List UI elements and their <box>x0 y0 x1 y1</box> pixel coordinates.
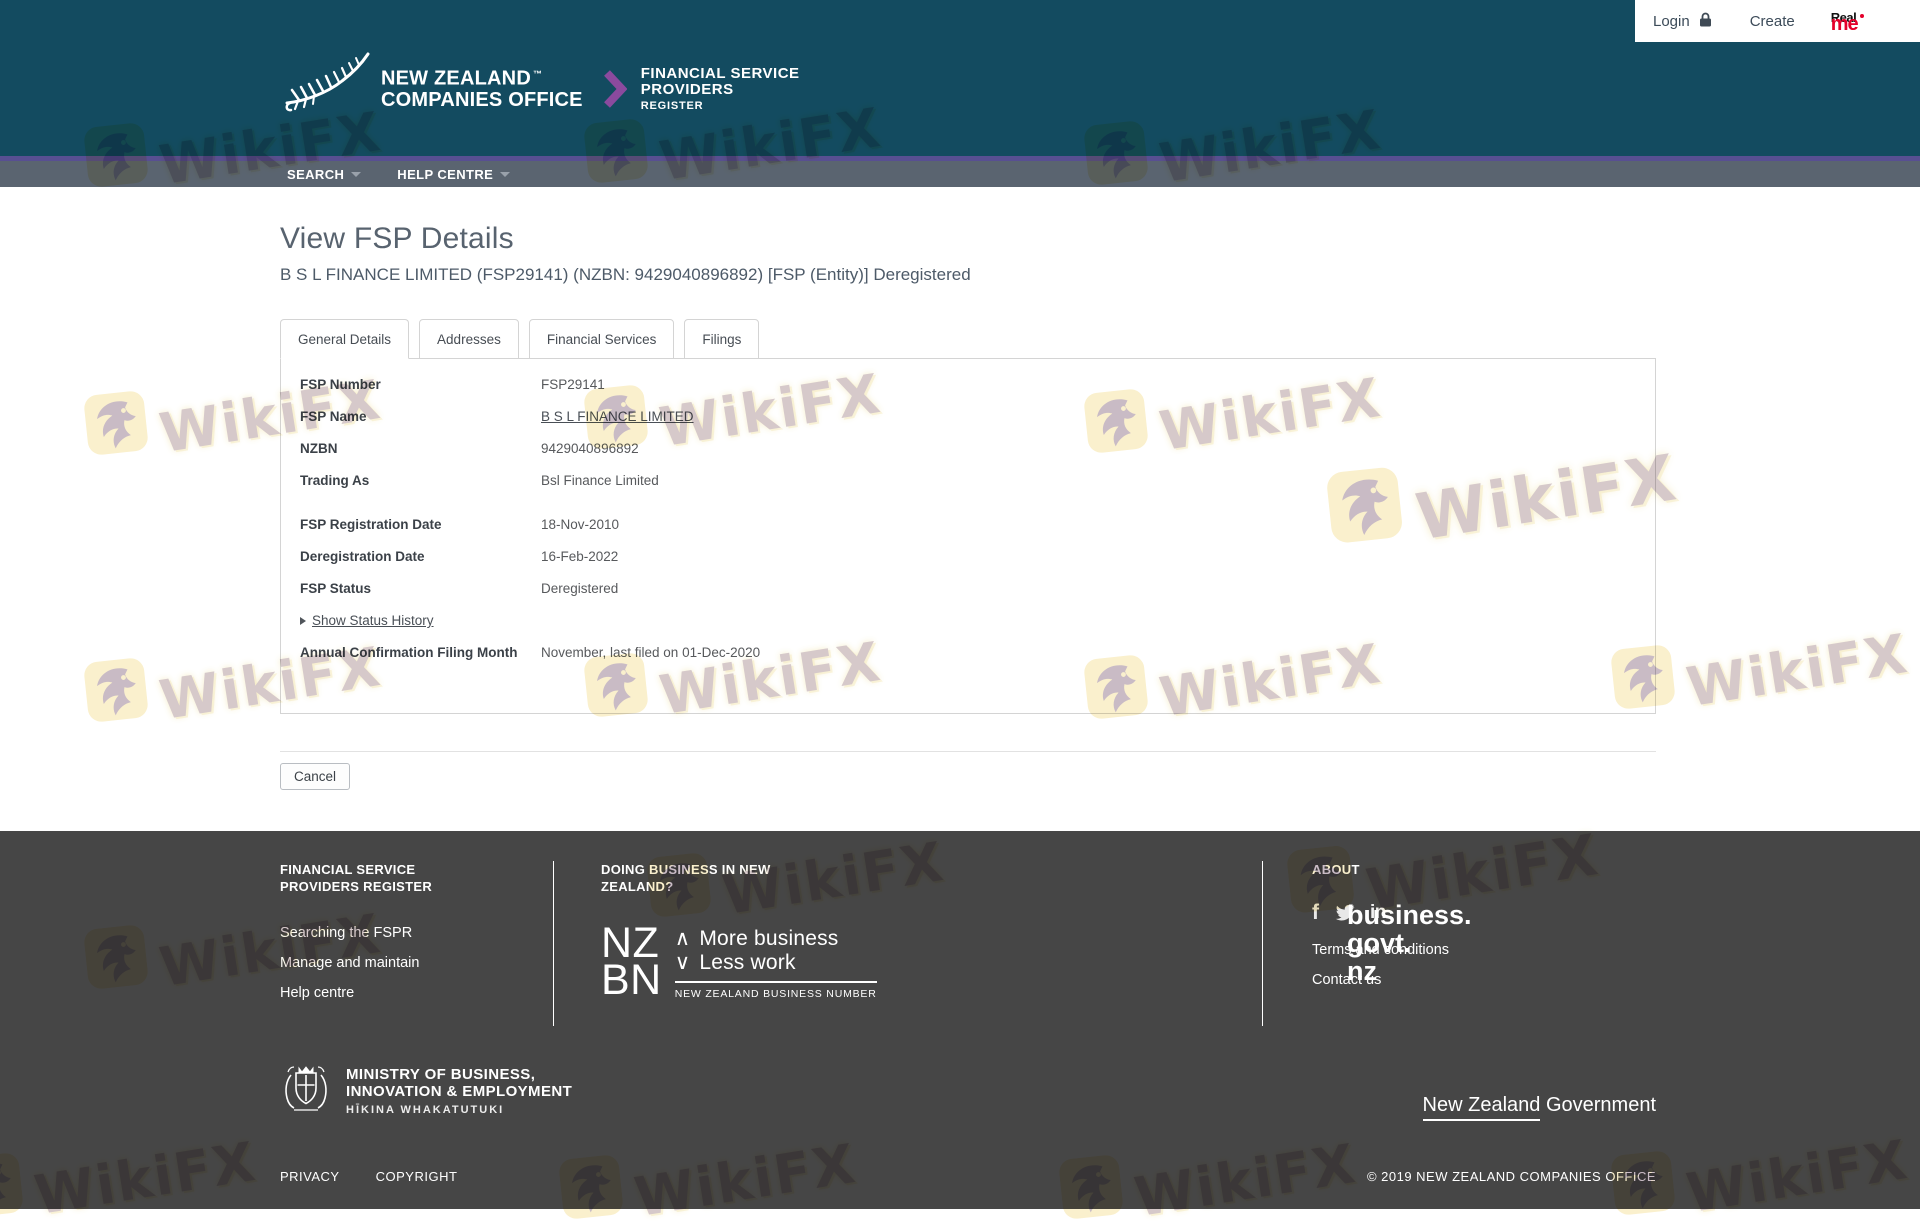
page-title: View FSP Details <box>280 222 514 255</box>
mbie-logo[interactable]: MINISTRY OF BUSINESS, INNOVATION & EMPLO… <box>280 1058 572 1123</box>
arrow-right-icon <box>300 616 306 625</box>
field-value: November, last filed on 01-Dec-2020 <box>541 645 761 660</box>
tab-general-details[interactable]: General Details <box>280 319 410 359</box>
detail-tabs: General Details Addresses Financial Serv… <box>280 319 1656 359</box>
wikifx-watermark: WikiFX <box>1611 621 1913 719</box>
field-value: 9429040896892 <box>541 441 639 456</box>
footer-heading-fspr: FINANCIAL SERVICE PROVIDERS REGISTER <box>280 862 433 894</box>
detail-row-nzbn: NZBN 9429040896892 <box>300 441 1635 460</box>
footer-col-nzbn: DOING BUSINESS IN NEW ZEALAND? NZ BN ∧ Mo… <box>554 861 1472 1026</box>
show-status-history-link[interactable]: Show Status History <box>300 613 434 628</box>
footer-link-copyright[interactable]: COPYRIGHT <box>376 1169 458 1184</box>
caret-down-icon <box>351 171 362 177</box>
wikifx-watermark-text: WikiFX <box>1682 621 1913 719</box>
detail-row-fsp-number: FSP Number FSP29141 <box>300 377 1635 396</box>
main-nav: SEARCH HELP CENTRE <box>0 161 1920 187</box>
create-button[interactable]: Create <box>1750 13 1795 30</box>
coat-of-arms-icon <box>280 1058 332 1123</box>
detail-row-trading-as: Trading As Bsl Finance Limited <box>300 473 1635 492</box>
footer-link-help-centre[interactable]: Help centre <box>280 985 553 1001</box>
top-header: NEW ZEALAND ™ COMPANIES OFFICE FINANCIAL … <box>0 0 1920 156</box>
field-value: 16-Feb-2022 <box>541 549 619 564</box>
chevron-right-icon <box>603 68 628 115</box>
field-value: 18-Nov-2010 <box>541 517 620 532</box>
login-box: Login Create Real me <box>1635 0 1920 42</box>
footer-heading-doing-business: DOING BUSINESS IN NEW ZEALAND? <box>601 862 771 894</box>
detail-row-filing-month: Annual Confirmation Filing Month Novembe… <box>300 645 1635 664</box>
field-label: Annual Confirmation Filing Month <box>300 645 518 660</box>
trademark-symbol: ™ <box>532 69 543 79</box>
detail-row-fsp-status: FSP Status Deregistered <box>300 581 1635 600</box>
field-label: NZBN <box>300 441 338 456</box>
nav-item-search[interactable]: SEARCH <box>287 167 362 182</box>
brand-wordmark: NEW ZEALAND ™ COMPANIES OFFICE <box>381 67 583 111</box>
nzbn-tagline: ∧ More business ∨ Less work NEW ZEALAND BU… <box>674 927 877 1000</box>
field-label: FSP Name <box>300 409 367 424</box>
login-button[interactable]: Login <box>1653 12 1712 31</box>
field-label: FSP Status <box>300 581 372 596</box>
nz-government-logo[interactable]: New Zealand Government <box>1422 1094 1656 1121</box>
caret-down-icon <box>500 171 511 177</box>
field-value: Bsl Finance Limited <box>541 473 659 488</box>
field-label: Deregistration Date <box>300 549 425 564</box>
tab-filings[interactable]: Filings <box>684 319 760 359</box>
realme-logo[interactable]: Real me <box>1830 11 1864 35</box>
detail-row-deregistration-date: Deregistration Date 16-Feb-2022 <box>300 549 1635 568</box>
footer-link-manage-maintain[interactable]: Manage and maintain <box>280 955 553 971</box>
realme-dot <box>1859 14 1864 18</box>
status-history-row: Show Status History <box>300 613 1635 632</box>
facebook-icon[interactable]: f <box>1312 901 1319 925</box>
actions-divider <box>280 751 1656 752</box>
main-content: View FSP Details B S L FINANCE LIMITED (… <box>280 222 1656 790</box>
nzbn-caption: NEW ZEALAND BUSINESS NUMBER <box>674 981 877 1000</box>
fsp-summary-line: B S L FINANCE LIMITED (FSP29141) (NZBN: … <box>280 265 971 284</box>
wikifx-eagle-icon <box>82 389 150 457</box>
fern-logo-icon <box>283 50 371 117</box>
fsp-name-link[interactable]: B S L FINANCE LIMITED <box>541 409 694 424</box>
wikifx-eagle-icon <box>82 656 150 724</box>
footer-link-privacy[interactable]: PRIVACY <box>280 1169 340 1184</box>
cancel-button[interactable]: Cancel <box>280 763 351 790</box>
field-label: FSP Number <box>300 377 381 392</box>
business-govt-nz-logo[interactable]: business. govt. nz <box>1347 901 1472 985</box>
lock-icon <box>1699 12 1712 31</box>
register-wordmark: FINANCIAL SERVICE PROVIDERS REGISTER <box>640 65 800 113</box>
field-label: FSP Registration Date <box>300 517 442 532</box>
nzbn-logo[interactable]: NZ BN ∧ More business ∨ Less work NEW ZEAL… <box>601 919 1262 1004</box>
realme-me-label: me <box>1830 13 1859 35</box>
detail-row-fsp-name: FSP Name B S L FINANCE LIMITED <box>300 409 1635 428</box>
companies-office-logo[interactable]: NEW ZEALAND ™ COMPANIES OFFICE FINANCIAL … <box>283 50 800 117</box>
nzbn-letters: NZ BN <box>601 919 662 1004</box>
page-footer: FINANCIAL SERVICE PROVIDERS REGISTER Sea… <box>0 831 1920 1209</box>
footer-col-fspr: FINANCIAL SERVICE PROVIDERS REGISTER Sea… <box>280 861 553 1026</box>
field-value: FSP29141 <box>541 377 605 392</box>
mbie-wordmark: MINISTRY OF BUSINESS, INNOVATION & EMPLO… <box>346 1065 573 1116</box>
tab-financial-services[interactable]: Financial Services <box>528 319 675 359</box>
footer-heading-about: ABOUT <box>1312 862 1360 877</box>
copyright-notice: © 2019 NEW ZEALAND COMPANIES OFFICE <box>1366 1169 1656 1184</box>
tab-addresses[interactable]: Addresses <box>419 319 519 359</box>
field-value: Deregistered <box>541 581 619 596</box>
login-label: Login <box>1653 12 1690 30</box>
nav-item-help-centre[interactable]: HELP CENTRE <box>397 167 511 182</box>
footer-link-searching-fspr[interactable]: Searching the FSPR <box>280 925 553 941</box>
detail-row-registration-date: FSP Registration Date 18-Nov-2010 <box>300 517 1635 536</box>
field-label: Trading As <box>300 473 370 488</box>
general-details-panel: FSP Number FSP29141 FSP Name B S L FINAN… <box>280 358 1656 714</box>
